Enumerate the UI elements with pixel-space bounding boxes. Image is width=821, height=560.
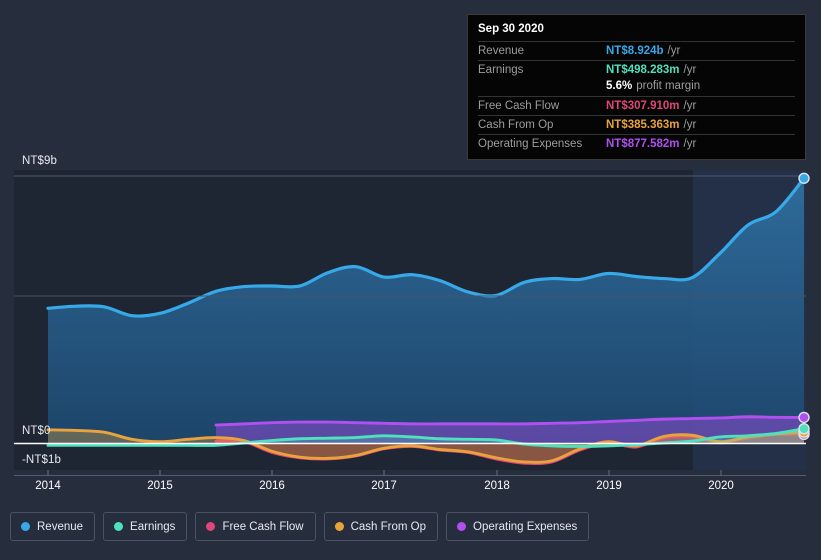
y-axis-label-bottom: -NT$1b bbox=[22, 454, 61, 466]
legend-dot-operating-expenses-icon bbox=[457, 522, 467, 531]
tooltip-unit-operating-expenses: /yr bbox=[683, 138, 697, 150]
tooltip-unit-earnings: /yr bbox=[683, 64, 697, 76]
legend-dot-cash-from-op-icon bbox=[334, 522, 344, 531]
tooltip-value-free-cash-flow: NT$307.910m bbox=[606, 100, 680, 112]
legend-label-free-cash-flow: Free Cash Flow bbox=[222, 520, 304, 533]
legend-label-cash-from-op: Cash From Op bbox=[350, 520, 427, 533]
legend-label-revenue: Revenue bbox=[37, 520, 84, 533]
x-axis-label-2015: 2015 bbox=[147, 480, 173, 492]
x-axis-label-2020: 2020 bbox=[708, 480, 734, 492]
legend-label-earnings: Earnings bbox=[130, 520, 176, 533]
y-axis-label-top: NT$9b bbox=[22, 155, 58, 167]
tooltip-label-earnings: Earnings bbox=[478, 64, 524, 76]
legend-dot-free-cash-flow-icon bbox=[206, 522, 216, 531]
x-axis-label-2019: 2019 bbox=[596, 480, 622, 492]
tooltip-value-earnings: NT$498.283m bbox=[606, 64, 680, 76]
tooltip-row-free-cash-flow: Free Cash Flow NT$307.910m /yr bbox=[478, 96, 795, 115]
x-axis-label-2017: 2017 bbox=[371, 480, 397, 492]
chart-screen: NT$9b NT$0 -NT$1b 2014 2015 2016 2017 20… bbox=[0, 0, 821, 560]
chart-legend: Revenue Earnings Free Cash Flow Cash Fro… bbox=[10, 512, 590, 541]
x-axis-label-2018: 2018 bbox=[484, 480, 510, 492]
tooltip-unit-revenue: /yr bbox=[667, 45, 681, 57]
tooltip-unit-cash-from-op: /yr bbox=[683, 119, 697, 131]
endpoint-marker-earnings bbox=[798, 422, 810, 435]
tooltip-value-profit-margin: 5.6% bbox=[606, 80, 633, 92]
tooltip-row-revenue: Revenue NT$8.924b /yr bbox=[478, 41, 795, 60]
legend-label-operating-expenses: Operating Expenses bbox=[473, 520, 578, 533]
endpoint-marker-revenue bbox=[798, 172, 810, 184]
data-tooltip: Sep 30 2020 Revenue NT$8.924b /yr Earnin… bbox=[467, 14, 806, 160]
tooltip-row-profit-margin: 5.6% profit margin bbox=[478, 79, 795, 96]
tooltip-label-operating-expenses: Operating Expenses bbox=[478, 138, 583, 150]
legend-item-cash-from-op[interactable]: Cash From Op bbox=[323, 512, 439, 541]
tooltip-label-profit-margin: profit margin bbox=[636, 80, 701, 92]
x-axis-label-2014: 2014 bbox=[35, 480, 61, 492]
tooltip-label-free-cash-flow: Free Cash Flow bbox=[478, 100, 560, 112]
legend-item-free-cash-flow[interactable]: Free Cash Flow bbox=[195, 512, 316, 541]
legend-dot-earnings-icon bbox=[114, 522, 124, 531]
legend-item-operating-expenses[interactable]: Operating Expenses bbox=[446, 512, 590, 541]
tooltip-row-cash-from-op: Cash From Op NT$385.363m /yr bbox=[478, 115, 795, 134]
x-axis-label-2016: 2016 bbox=[259, 480, 285, 492]
legend-item-revenue[interactable]: Revenue bbox=[10, 512, 96, 541]
y-axis-label-zero: NT$0 bbox=[22, 425, 51, 437]
tooltip-row-operating-expenses: Operating Expenses NT$877.582m /yr bbox=[478, 134, 795, 153]
tooltip-value-cash-from-op: NT$385.363m bbox=[606, 119, 680, 131]
tooltip-row-earnings: Earnings NT$498.283m /yr bbox=[478, 60, 795, 79]
endpoint-marker-operating-expenses bbox=[798, 411, 810, 424]
tooltip-value-revenue: NT$8.924b bbox=[606, 45, 664, 57]
tooltip-value-operating-expenses: NT$877.582m bbox=[606, 138, 680, 150]
legend-dot-revenue-icon bbox=[21, 522, 30, 531]
legend-item-earnings[interactable]: Earnings bbox=[103, 512, 188, 541]
tooltip-label-revenue: Revenue bbox=[478, 45, 525, 57]
tooltip-label-cash-from-op: Cash From Op bbox=[478, 119, 554, 131]
tooltip-date: Sep 30 2020 bbox=[478, 23, 544, 35]
tooltip-unit-free-cash-flow: /yr bbox=[683, 100, 697, 112]
